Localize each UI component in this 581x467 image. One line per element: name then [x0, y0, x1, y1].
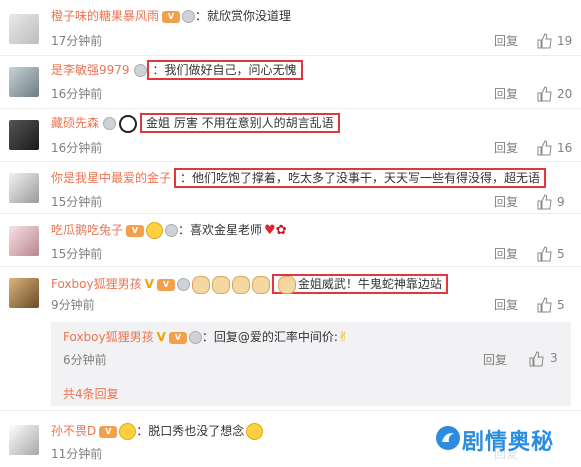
- reply-button[interactable]: 回复: [494, 194, 518, 210]
- comment-time: 9分钟前: [51, 298, 95, 312]
- peace-hand-icon: ✌: [337, 330, 349, 345]
- medal-icon: [176, 278, 190, 291]
- like-count: 20: [557, 87, 573, 101]
- username[interactable]: Foxboy狐狸男孩: [63, 330, 154, 344]
- thumbs-up-icon[interactable]: [537, 246, 553, 262]
- cat-emoji-icon: [277, 275, 296, 294]
- comment-row: 橙子味的糖果暴风雨 V ：就欣赏你没道理 17分钟前 回复 19: [0, 0, 581, 56]
- thumbs-up-icon[interactable]: [537, 140, 553, 156]
- like-count: 5: [557, 298, 565, 312]
- username[interactable]: 藏硕先森: [51, 116, 99, 130]
- username[interactable]: 吃瓜鹅吃兔子: [51, 223, 123, 237]
- comment-time: 6分钟前: [63, 353, 107, 367]
- smile-emoji-icon: [146, 222, 164, 239]
- reply-button[interactable]: 回复: [483, 351, 507, 368]
- avatar[interactable]: [9, 67, 39, 97]
- vip-badge: V: [168, 331, 187, 344]
- reply-button[interactable]: 回复: [494, 246, 518, 262]
- avatar[interactable]: [9, 278, 39, 308]
- medal-icon: [103, 117, 117, 130]
- medal-icon: [188, 331, 202, 344]
- medal-icon: [165, 224, 179, 237]
- rose-icon: ✿: [275, 223, 287, 238]
- cat-emoji-icon: [231, 275, 250, 294]
- username[interactable]: 是李敏强9979: [51, 63, 130, 77]
- panda-icon: [119, 114, 138, 133]
- thumbs-up-icon[interactable]: [537, 194, 553, 210]
- thumbs-up-icon[interactable]: [537, 33, 553, 49]
- more-replies-link[interactable]: 共4条回复: [63, 385, 119, 402]
- like-count: 5: [557, 247, 565, 261]
- avatar[interactable]: [9, 120, 39, 150]
- reply-button[interactable]: 回复: [494, 140, 518, 156]
- vip-badge: V: [156, 278, 175, 291]
- comment-text: 金姐 厉害 不用在意别人的胡言乱语: [140, 113, 340, 133]
- comment-text: 金姐威武！牛鬼蛇神靠边站: [271, 274, 448, 294]
- comment-text: ：回复@爱的汇率中间价:: [201, 330, 338, 344]
- comment-text: ：就欣赏你没道理: [195, 9, 292, 23]
- comment-text: ：我们做好自己，问心无愧: [146, 60, 303, 80]
- comment-text: ：他们吃饱了撑着，吃太多了没事干，天天写一些有得没得，超无语: [174, 168, 547, 188]
- comment-time: 11分钟前: [51, 447, 103, 461]
- sad-emoji-icon: [246, 423, 264, 440]
- watermark-text: 剧情奥秘: [462, 430, 555, 455]
- thumbs-up-icon[interactable]: [529, 351, 545, 367]
- comment-row: 藏硕先森 金姐 厉害 不用在意别人的胡言乱语 16分钟前 回复 16: [0, 108, 581, 162]
- vip-badge: V: [99, 425, 118, 438]
- comment-time: 15分钟前: [51, 247, 103, 261]
- medal-icon: [182, 10, 196, 23]
- comment-time: 16分钟前: [51, 87, 103, 101]
- cat-emoji-icon: [251, 275, 270, 294]
- like-count: 16: [557, 141, 573, 155]
- thumbs-up-icon[interactable]: [537, 297, 553, 313]
- comment-time: 16分钟前: [51, 141, 103, 155]
- avatar[interactable]: [9, 226, 39, 256]
- like-count: 9: [557, 195, 565, 209]
- cat-emoji-icon: [191, 275, 210, 294]
- comment-text: ：脱口秀也没了想念: [136, 424, 245, 438]
- cat-emoji-icon: [211, 275, 230, 294]
- comment-time: 15分钟前: [51, 195, 103, 209]
- comment-row: 吃瓜鹅吃兔子 V ：喜欢金星老师 ♥✿ 15分钟前 回复 5: [0, 213, 581, 267]
- like-count: 3: [550, 351, 558, 365]
- verified-v-icon: V: [144, 277, 154, 291]
- smile-emoji-icon: [119, 423, 137, 440]
- avatar[interactable]: [9, 425, 39, 455]
- reply-button[interactable]: 回复: [494, 297, 518, 313]
- username[interactable]: Foxboy狐狸男孩: [51, 277, 142, 291]
- username[interactable]: 孙不畏D: [51, 424, 96, 438]
- comment-time: 17分钟前: [51, 34, 103, 48]
- username[interactable]: 你是我星中最爱的金子: [51, 171, 171, 185]
- avatar[interactable]: [9, 173, 39, 203]
- like-count: 19: [557, 34, 573, 48]
- comment-text: ：喜欢金星老师: [178, 223, 263, 237]
- vip-badge: V: [126, 224, 145, 237]
- medal-icon: [133, 64, 147, 77]
- sub-reply-box: Foxboy狐狸男孩 V V ：回复@爱的汇率中间价:✌ 6分钟前 回复 3 共4条回…: [51, 322, 571, 406]
- comment-row: 是李敏强9979 ：我们做好自己，问心无愧 16分钟前 回复 20: [0, 55, 581, 109]
- heart-icon: ♥: [264, 223, 276, 238]
- verified-v-icon: V: [156, 330, 166, 344]
- username[interactable]: 橙子味的糖果暴风雨: [51, 9, 159, 23]
- avatar[interactable]: [9, 14, 39, 44]
- thumbs-up-icon[interactable]: [537, 86, 553, 102]
- reply-button[interactable]: 回复: [494, 86, 518, 102]
- comment-row: 你是我星中最爱的金子 ：他们吃饱了撑着，吃太多了没事干，天天写一些有得没得，超无语…: [0, 161, 581, 214]
- reply-button[interactable]: 回复: [494, 33, 518, 49]
- vip-badge: V: [162, 10, 181, 23]
